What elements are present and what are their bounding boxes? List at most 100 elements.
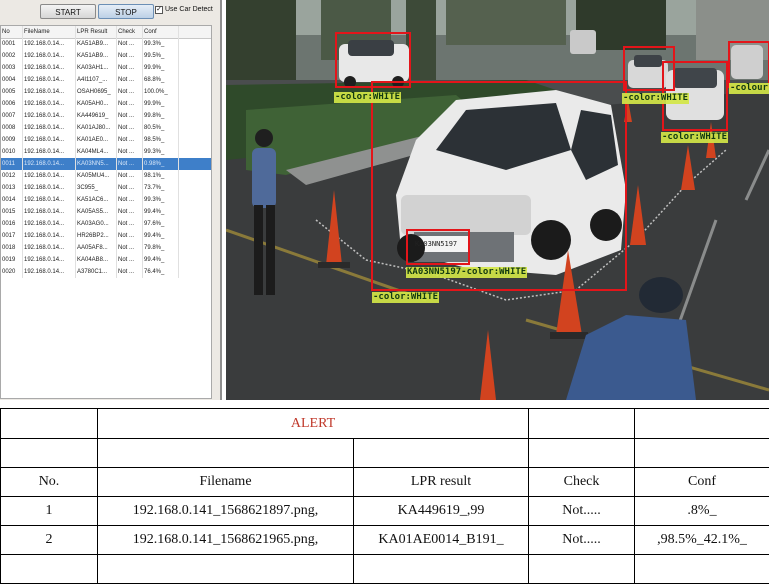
grid-cell-conf: 99.9%_ bbox=[143, 62, 179, 74]
alert-header-row: No. Filename LPR result Check Conf bbox=[0, 467, 769, 497]
grid-cell-conf: 98.1%_ bbox=[143, 170, 179, 182]
grid-cell-check: Not ... bbox=[117, 146, 143, 158]
grid-cell-no: 0006 bbox=[1, 98, 23, 110]
alert-empty-cell bbox=[0, 408, 98, 439]
grid-row[interactable]: 0014 192.168.0.14... KA51AC6... Not ... 99.3… bbox=[1, 194, 211, 206]
grid-cell-no: 0013 bbox=[1, 182, 23, 194]
grid-row[interactable]: 0006 192.168.0.14... KA05AH0... Not ... 99.9… bbox=[1, 98, 211, 110]
grid-row[interactable]: 0016 192.168.0.14... KA03AG0... Not ... 97.6… bbox=[1, 218, 211, 230]
results-grid[interactable]: No FileName LPR Result Check Conf 0001 19… bbox=[0, 25, 212, 399]
camera-scene bbox=[226, 0, 769, 400]
grid-cell-no: 0010 bbox=[1, 146, 23, 158]
grid-cell-conf: 99.3%_ bbox=[143, 146, 179, 158]
grid-cell-check: Not ... bbox=[117, 194, 143, 206]
grid-cell-filename: 192.168.0.14... bbox=[23, 122, 76, 134]
grid-cell-check: Not ... bbox=[117, 242, 143, 254]
use-car-detect-checkbox[interactable]: ✓ bbox=[155, 6, 163, 14]
grid-cell-lpr: KA01AJ80... bbox=[76, 122, 117, 134]
license-plate-text: KA03NN5197 bbox=[415, 240, 458, 248]
grid-cell-lpr: A4I1107_... bbox=[76, 74, 117, 86]
alert-empty-cell bbox=[528, 408, 636, 439]
grid-cell-check: Not ... bbox=[117, 50, 143, 62]
grid-cell-lpr: KA05AH0... bbox=[76, 98, 117, 110]
grid-cell-conf: 98.5%_ bbox=[143, 134, 179, 146]
alert-row: 2 192.168.0.141_1568621965.png, KA01AE00… bbox=[0, 525, 769, 555]
alert-row-check: Not..... bbox=[528, 525, 636, 555]
grid-cell-no: 0007 bbox=[1, 110, 23, 122]
stop-button[interactable]: STOP bbox=[98, 4, 154, 19]
grid-cell-filename: 192.168.0.14... bbox=[23, 170, 76, 182]
grid-row[interactable]: 0009 192.168.0.14... KA01AE0... Not ... 98.5… bbox=[1, 134, 211, 146]
grid-cell-check: Not ... bbox=[117, 74, 143, 86]
grid-cell-no: 0003 bbox=[1, 62, 23, 74]
alert-row: 1 192.168.0.141_1568621897.png, KA449619… bbox=[0, 496, 769, 526]
grid-cell-filename: 192.168.0.14... bbox=[23, 242, 76, 254]
grid-cell-check: Not ... bbox=[117, 170, 143, 182]
grid-cell-filename: 192.168.0.14... bbox=[23, 254, 76, 266]
grid-row[interactable]: 0004 192.168.0.14... A4I1107_... Not ... 68.… bbox=[1, 74, 211, 86]
grid-row[interactable]: 0003 192.168.0.14... KA03AH1... Not ... 99.9… bbox=[1, 62, 211, 74]
alert-header-check: Check bbox=[528, 467, 636, 497]
grid-cell-lpr: AA05AF8... bbox=[76, 242, 117, 254]
grid-header-lpr[interactable]: LPR Result bbox=[76, 26, 117, 38]
grid-cell-filename: 192.168.0.14... bbox=[23, 86, 76, 98]
grid-cell-conf: 68.8%_ bbox=[143, 74, 179, 86]
grid-cell-no: 0001 bbox=[1, 38, 23, 50]
grid-header-conf[interactable]: Conf bbox=[143, 26, 179, 38]
alert-empty-cell bbox=[634, 408, 769, 439]
grid-cell-check: Not ... bbox=[117, 206, 143, 218]
grid-cell-lpr: KA51AC6... bbox=[76, 194, 117, 206]
grid-row[interactable]: 0020 192.168.0.14... A3780C1... Not ... 76.4… bbox=[1, 266, 211, 278]
grid-row[interactable]: 0012 192.168.0.14... KA05MU4... Not ... 98.1… bbox=[1, 170, 211, 182]
grid-cell-conf: 99.4%_ bbox=[143, 230, 179, 242]
grid-cell-lpr: KA51AB9... bbox=[76, 38, 117, 50]
grid-cell-check: Not ... bbox=[117, 266, 143, 278]
alert-row-lpr: KA01AE0014_B191_ bbox=[352, 525, 530, 555]
alert-row-no: 2 bbox=[0, 525, 98, 555]
grid-cell-check: Not ... bbox=[117, 158, 143, 170]
grid-row[interactable]: 0001 192.168.0.14... KA51AB9... Not ... 99.3… bbox=[1, 38, 211, 50]
car-topleft bbox=[339, 40, 409, 88]
use-car-detect-label: Use Car Detect bbox=[165, 6, 213, 13]
grid-row[interactable]: 0018 192.168.0.14... AA05AF8... Not ... 79.8… bbox=[1, 242, 211, 254]
grid-cell-filename: 192.168.0.14... bbox=[23, 266, 76, 278]
grid-header-no[interactable]: No bbox=[1, 26, 23, 38]
start-button[interactable]: START bbox=[40, 4, 96, 19]
alert-row-conf: .8%_ bbox=[634, 496, 769, 526]
grid-cell-conf: 99.8%_ bbox=[143, 110, 179, 122]
grid-cell-conf: 97.6%_ bbox=[143, 218, 179, 230]
grid-row[interactable]: 0017 192.168.0.14... HR26BP2... Not ... 99.4… bbox=[1, 230, 211, 242]
grid-cell-filename: 192.168.0.14... bbox=[23, 110, 76, 122]
grid-row[interactable]: 0008 192.168.0.14... KA01AJ80... Not ... 80.… bbox=[1, 122, 211, 134]
grid-cell-conf: 99.9%_ bbox=[143, 98, 179, 110]
grid-cell-conf: 99.4%_ bbox=[143, 254, 179, 266]
grid-header-check[interactable]: Check bbox=[117, 26, 143, 38]
grid-cell-lpr: KA03AG0... bbox=[76, 218, 117, 230]
grid-cell-filename: 192.168.0.14... bbox=[23, 74, 76, 86]
grid-row[interactable]: 0019 192.168.0.14... KA04AB8... Not ... 99.4… bbox=[1, 254, 211, 266]
detection-label-plate: KA03NN5197-color:WHITE bbox=[406, 267, 528, 278]
grid-cell-filename: 192.168.0.14... bbox=[23, 146, 76, 158]
grid-row[interactable]: 0002 192.168.0.14... KA51AB9... Not ... 99.5… bbox=[1, 50, 211, 62]
grid-cell-conf: 99.3%_ bbox=[143, 194, 179, 206]
alert-row-conf: ,98.5%_42.1%_ bbox=[634, 525, 769, 555]
grid-cell-lpr: KA01AE0... bbox=[76, 134, 117, 146]
grid-row[interactable]: 0015 192.168.0.14... KA05AS5... Not ... 99.4… bbox=[1, 206, 211, 218]
grid-cell-check: Not ... bbox=[117, 98, 143, 110]
grid-cell-lpr: KA51AB9... bbox=[76, 50, 117, 62]
alert-blank-row bbox=[0, 438, 769, 468]
grid-cell-conf: 76.4%_ bbox=[143, 266, 179, 278]
alert-row-lpr: KA449619_,99 bbox=[352, 496, 530, 526]
grid-row[interactable]: 0010 192.168.0.14... KA04ML4... Not ... 99.3… bbox=[1, 146, 211, 158]
grid-header-filename[interactable]: FileName bbox=[23, 26, 76, 38]
grid-cell-conf: 100.0%_ bbox=[143, 86, 179, 98]
grid-row[interactable]: 0005 192.168.0.14... OSAH0695_ Not ... 100.0… bbox=[1, 86, 211, 98]
alert-row-no: 1 bbox=[0, 496, 98, 526]
grid-row[interactable]: 0013 192.168.0.14... 3C955_ Not ... 73.7%_ bbox=[1, 182, 211, 194]
grid-cell-check: Not ... bbox=[117, 254, 143, 266]
grid-row[interactable]: 0007 192.168.0.14... KA449619_ Not ... 99.8%… bbox=[1, 110, 211, 122]
grid-row[interactable]: 0011 192.168.0.14... KA03NN5... Not ... 0.98… bbox=[1, 158, 211, 170]
toolbar: START STOP ✓ Use Car Detect bbox=[0, 0, 220, 24]
grid-cell-no: 0014 bbox=[1, 194, 23, 206]
detection-label-car-far-right: -colour bbox=[729, 83, 769, 94]
